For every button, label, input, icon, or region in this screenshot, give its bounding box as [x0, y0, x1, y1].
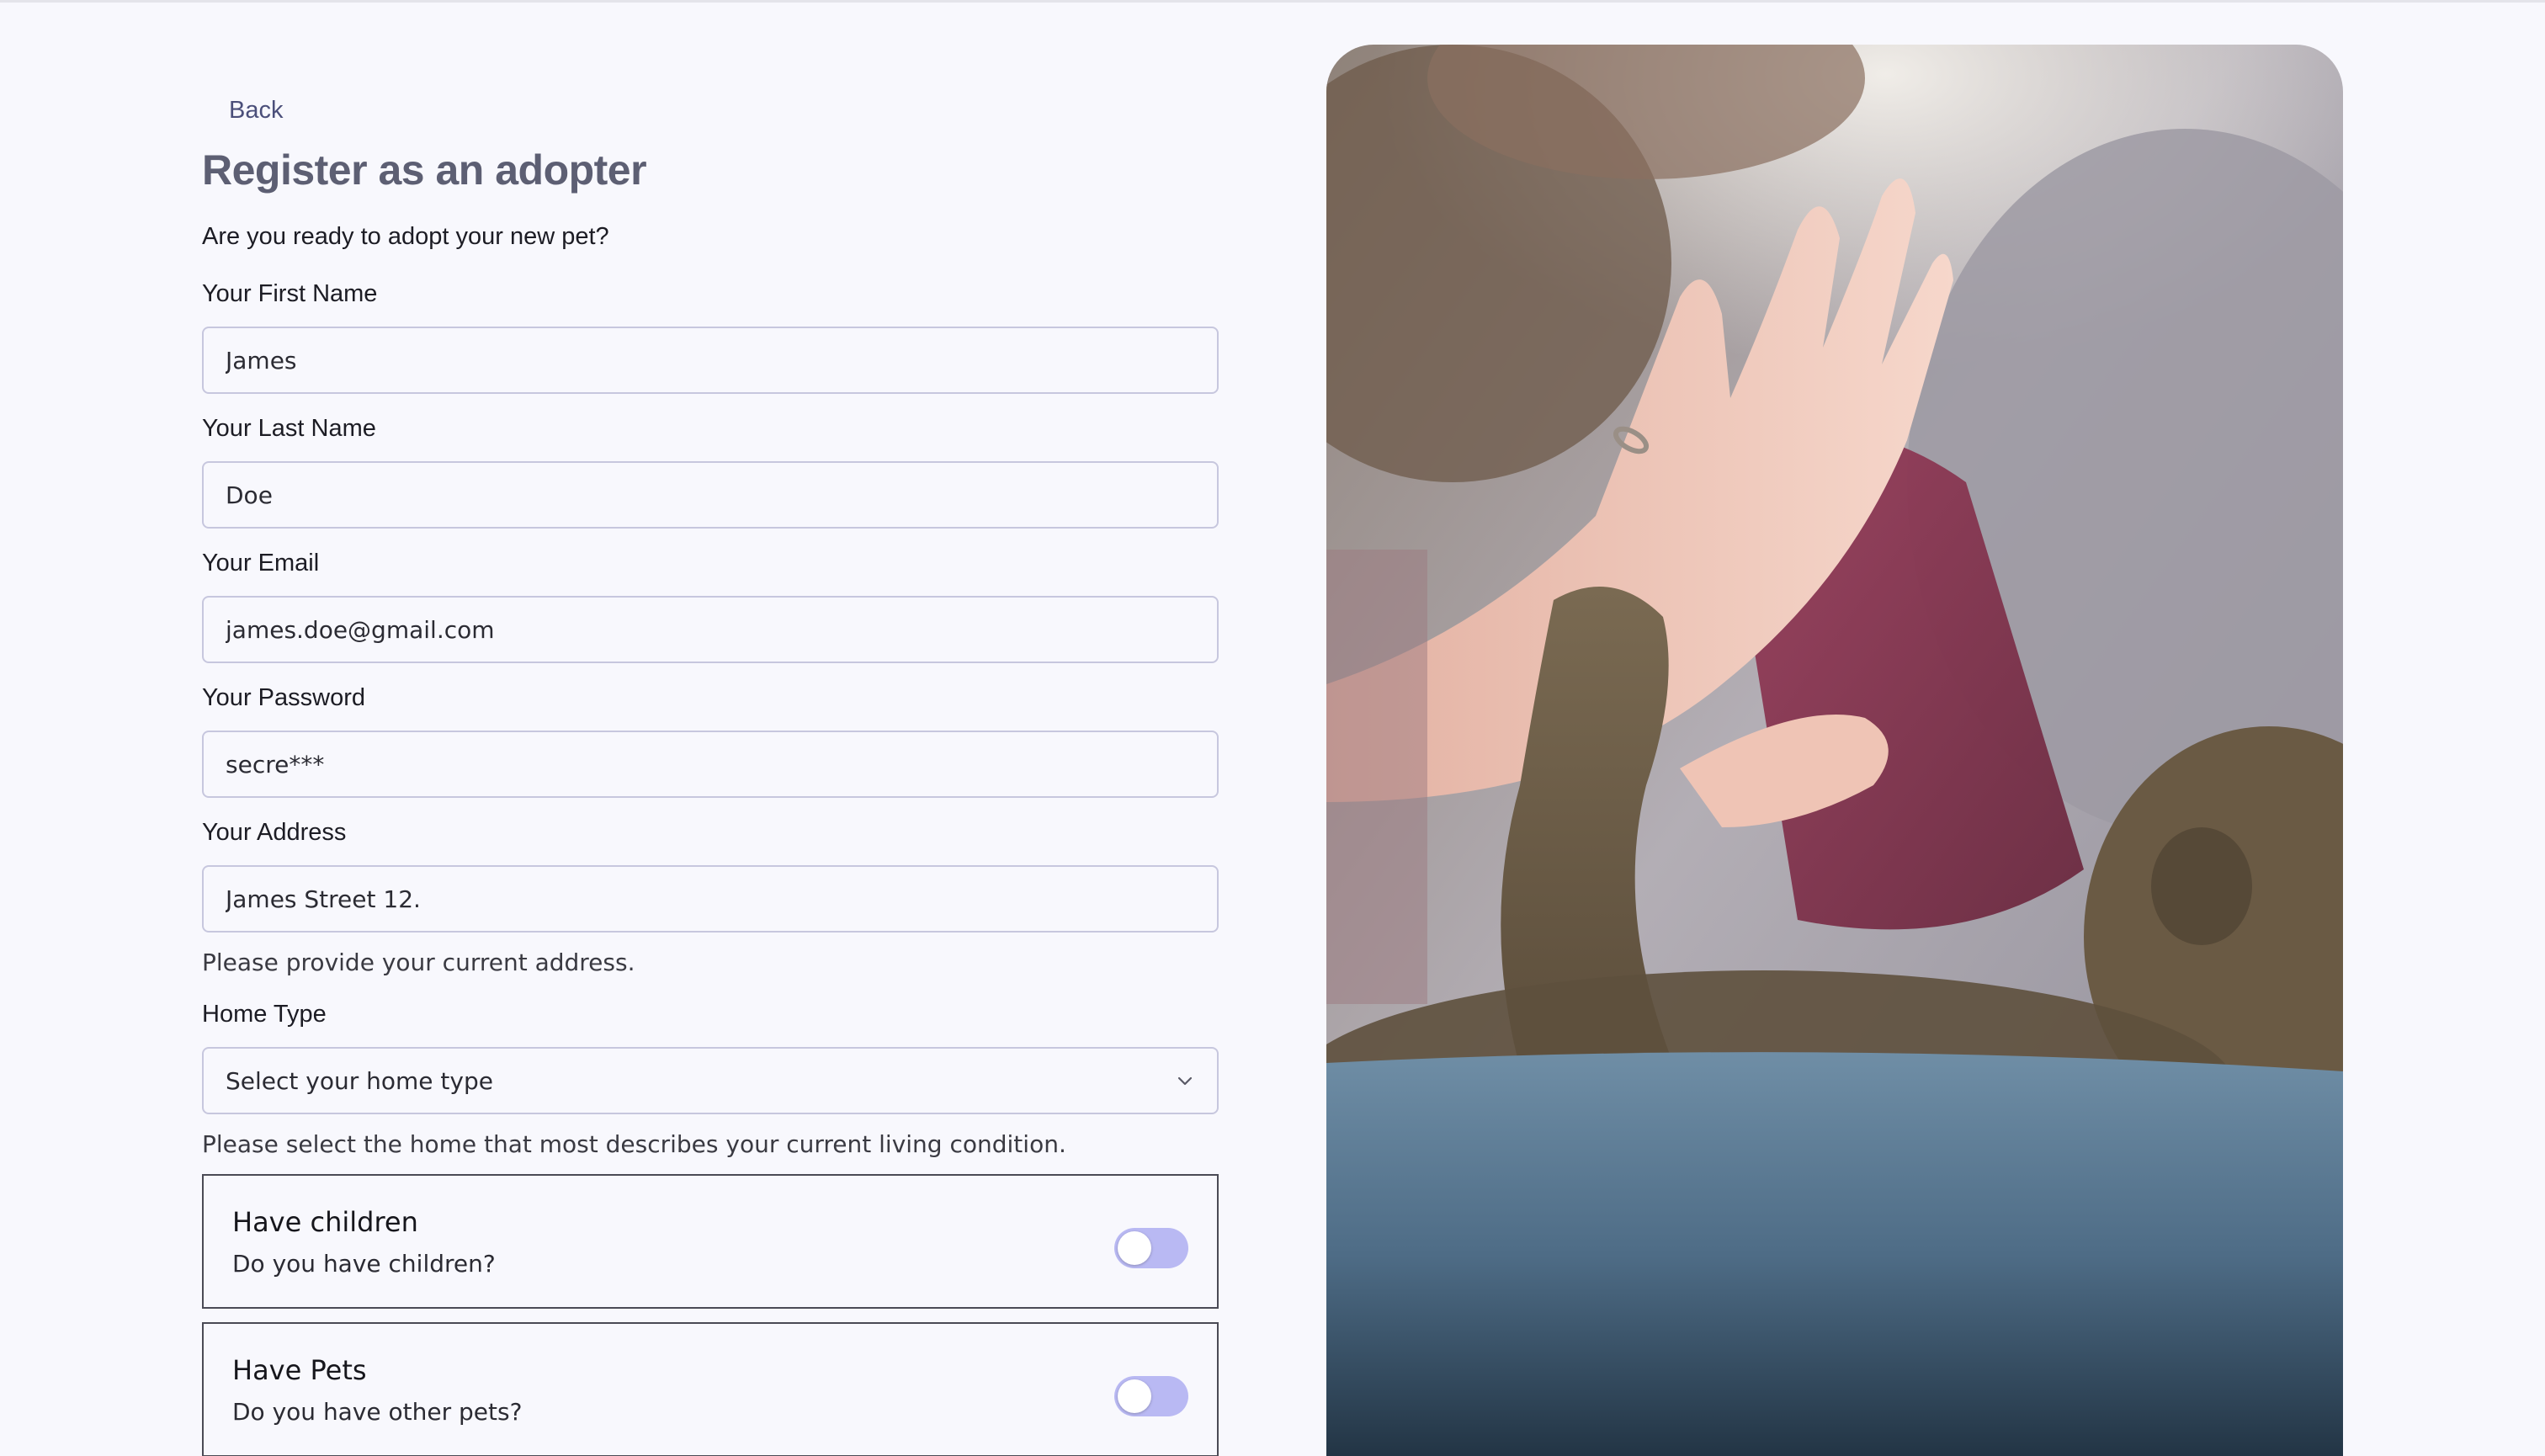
toggle-knob [1118, 1231, 1151, 1265]
have-children-title: Have children [232, 1206, 418, 1238]
page-subtitle: Are you ready to adopt your new pet? [202, 223, 609, 250]
chevron-down-icon [1175, 1071, 1195, 1091]
have-children-toggle[interactable] [1114, 1228, 1188, 1268]
password-label: Your Password [202, 684, 365, 711]
have-pets-toggle[interactable] [1114, 1376, 1188, 1416]
back-link[interactable]: Back [229, 97, 283, 125]
have-pets-card: Have Pets Do you have other pets? [202, 1322, 1219, 1456]
address-input[interactable] [202, 865, 1219, 933]
first-name-label: Your First Name [202, 280, 378, 307]
last-name-input[interactable] [202, 461, 1219, 529]
home-type-selected-value: Select your home type [226, 1066, 493, 1095]
cat-high-five-illustration [1326, 45, 2343, 1456]
hero-photo [1326, 45, 2343, 1456]
address-label: Your Address [202, 819, 347, 846]
toggle-knob [1118, 1379, 1151, 1413]
have-children-description: Do you have children? [232, 1250, 496, 1278]
home-type-help-text: Please select the home that most describ… [202, 1130, 1066, 1158]
home-type-select[interactable]: Select your home type [202, 1047, 1219, 1114]
register-page: Back Register as an adopter Are you read… [0, 0, 2545, 1456]
home-type-label: Home Type [202, 1001, 327, 1028]
have-children-card: Have children Do you have children? [202, 1174, 1219, 1309]
page-title: Register as an adopter [202, 146, 647, 194]
have-pets-description: Do you have other pets? [232, 1398, 523, 1426]
have-pets-title: Have Pets [232, 1354, 367, 1386]
email-input[interactable] [202, 596, 1219, 663]
email-label: Your Email [202, 550, 320, 577]
password-input[interactable] [202, 731, 1219, 798]
address-help-text: Please provide your current address. [202, 949, 635, 976]
first-name-input[interactable] [202, 327, 1219, 394]
last-name-label: Your Last Name [202, 415, 376, 442]
